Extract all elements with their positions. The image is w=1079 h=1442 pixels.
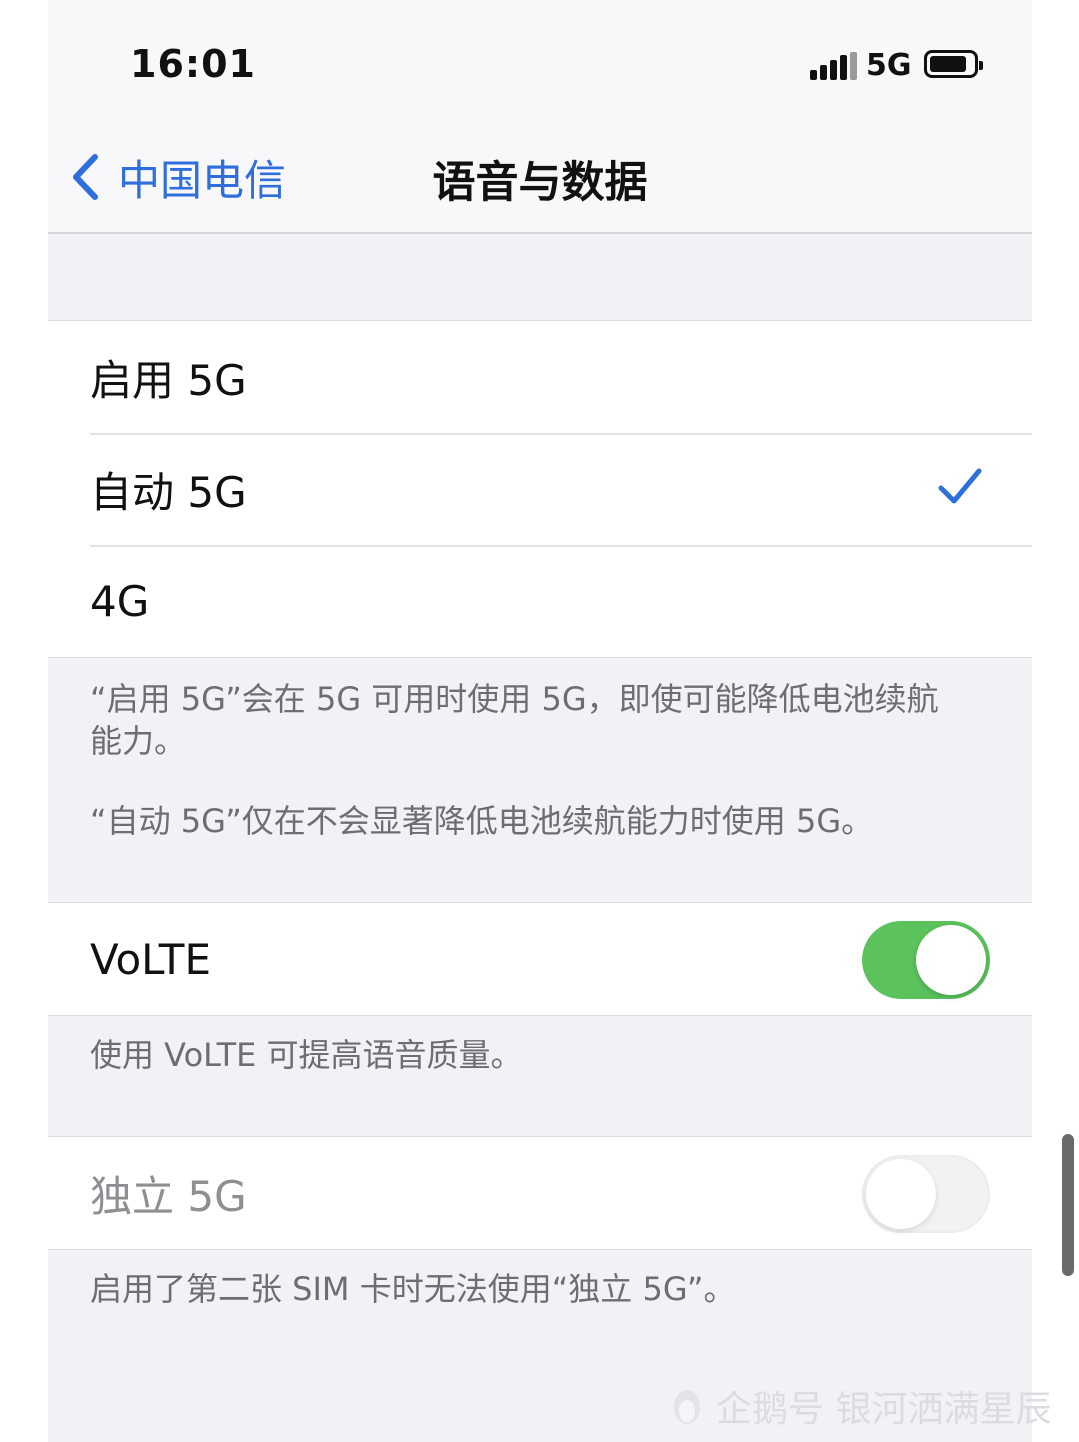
option-label: 自动 5G (90, 467, 247, 517)
penguin-logo-icon (674, 1390, 700, 1424)
network-type: 5G (866, 48, 912, 83)
option-4g[interactable]: 4G (48, 545, 1032, 657)
watermark: 企鹅号 银河洒满星辰 (668, 1380, 1051, 1432)
settings-screen: 16:01 5G 语音与数据 中国电信 启用 5G 自动 5G 4G “启用 5… (48, 0, 1032, 1442)
back-button[interactable]: 中国电信 (68, 150, 286, 205)
sa-5g-group: 独立 5G (48, 1136, 1032, 1250)
sa-5g-label: 独立 5G (90, 1171, 247, 1221)
toggle-knob (866, 1159, 936, 1229)
status-bar: 16:01 5G (48, 0, 1032, 120)
volte-group: VoLTE (48, 902, 1032, 1016)
sa-5g-toggle[interactable] (862, 1155, 990, 1233)
volte-footer: 使用 VoLTE 可提高语音质量。 (90, 1036, 523, 1074)
network-mode-group: 启用 5G 自动 5G 4G (48, 320, 1032, 658)
mode-footer-line1: “启用 5G”会在 5G 可用时使用 5G，即使可能降低电池续航能力。 (90, 680, 939, 760)
navigation-bar: 语音与数据 中国电信 (48, 120, 1032, 234)
chevron-left-icon (73, 154, 98, 200)
toggle-knob (916, 925, 986, 995)
option-enable-5g[interactable]: 启用 5G (48, 321, 1032, 433)
mode-footer: “启用 5G”会在 5G 可用时使用 5G，即使可能降低电池续航能力。 “自动 … (90, 678, 950, 842)
option-auto-5g[interactable]: 自动 5G (48, 433, 1032, 545)
volte-label: VoLTE (90, 934, 211, 984)
sa-5g-footer: 启用了第二张 SIM 卡时无法使用“独立 5G”。 (90, 1270, 736, 1308)
status-time: 16:01 (130, 42, 256, 86)
volte-toggle[interactable] (862, 921, 990, 999)
option-label: 启用 5G (90, 355, 247, 405)
battery-icon (924, 50, 983, 78)
scroll-indicator[interactable] (1062, 1134, 1074, 1276)
signal-icon (810, 52, 857, 80)
checkmark-icon (938, 468, 982, 504)
mode-footer-line2: “自动 5G”仅在不会显著降低电池续航能力时使用 5G。 (90, 802, 874, 840)
option-label: 4G (90, 576, 150, 626)
sa-5g-row: 独立 5G (48, 1137, 1032, 1249)
watermark-text: 企鹅号 银河洒满星辰 (716, 1389, 1052, 1430)
back-button-label: 中国电信 (118, 155, 287, 205)
volte-row: VoLTE (48, 903, 1032, 1015)
